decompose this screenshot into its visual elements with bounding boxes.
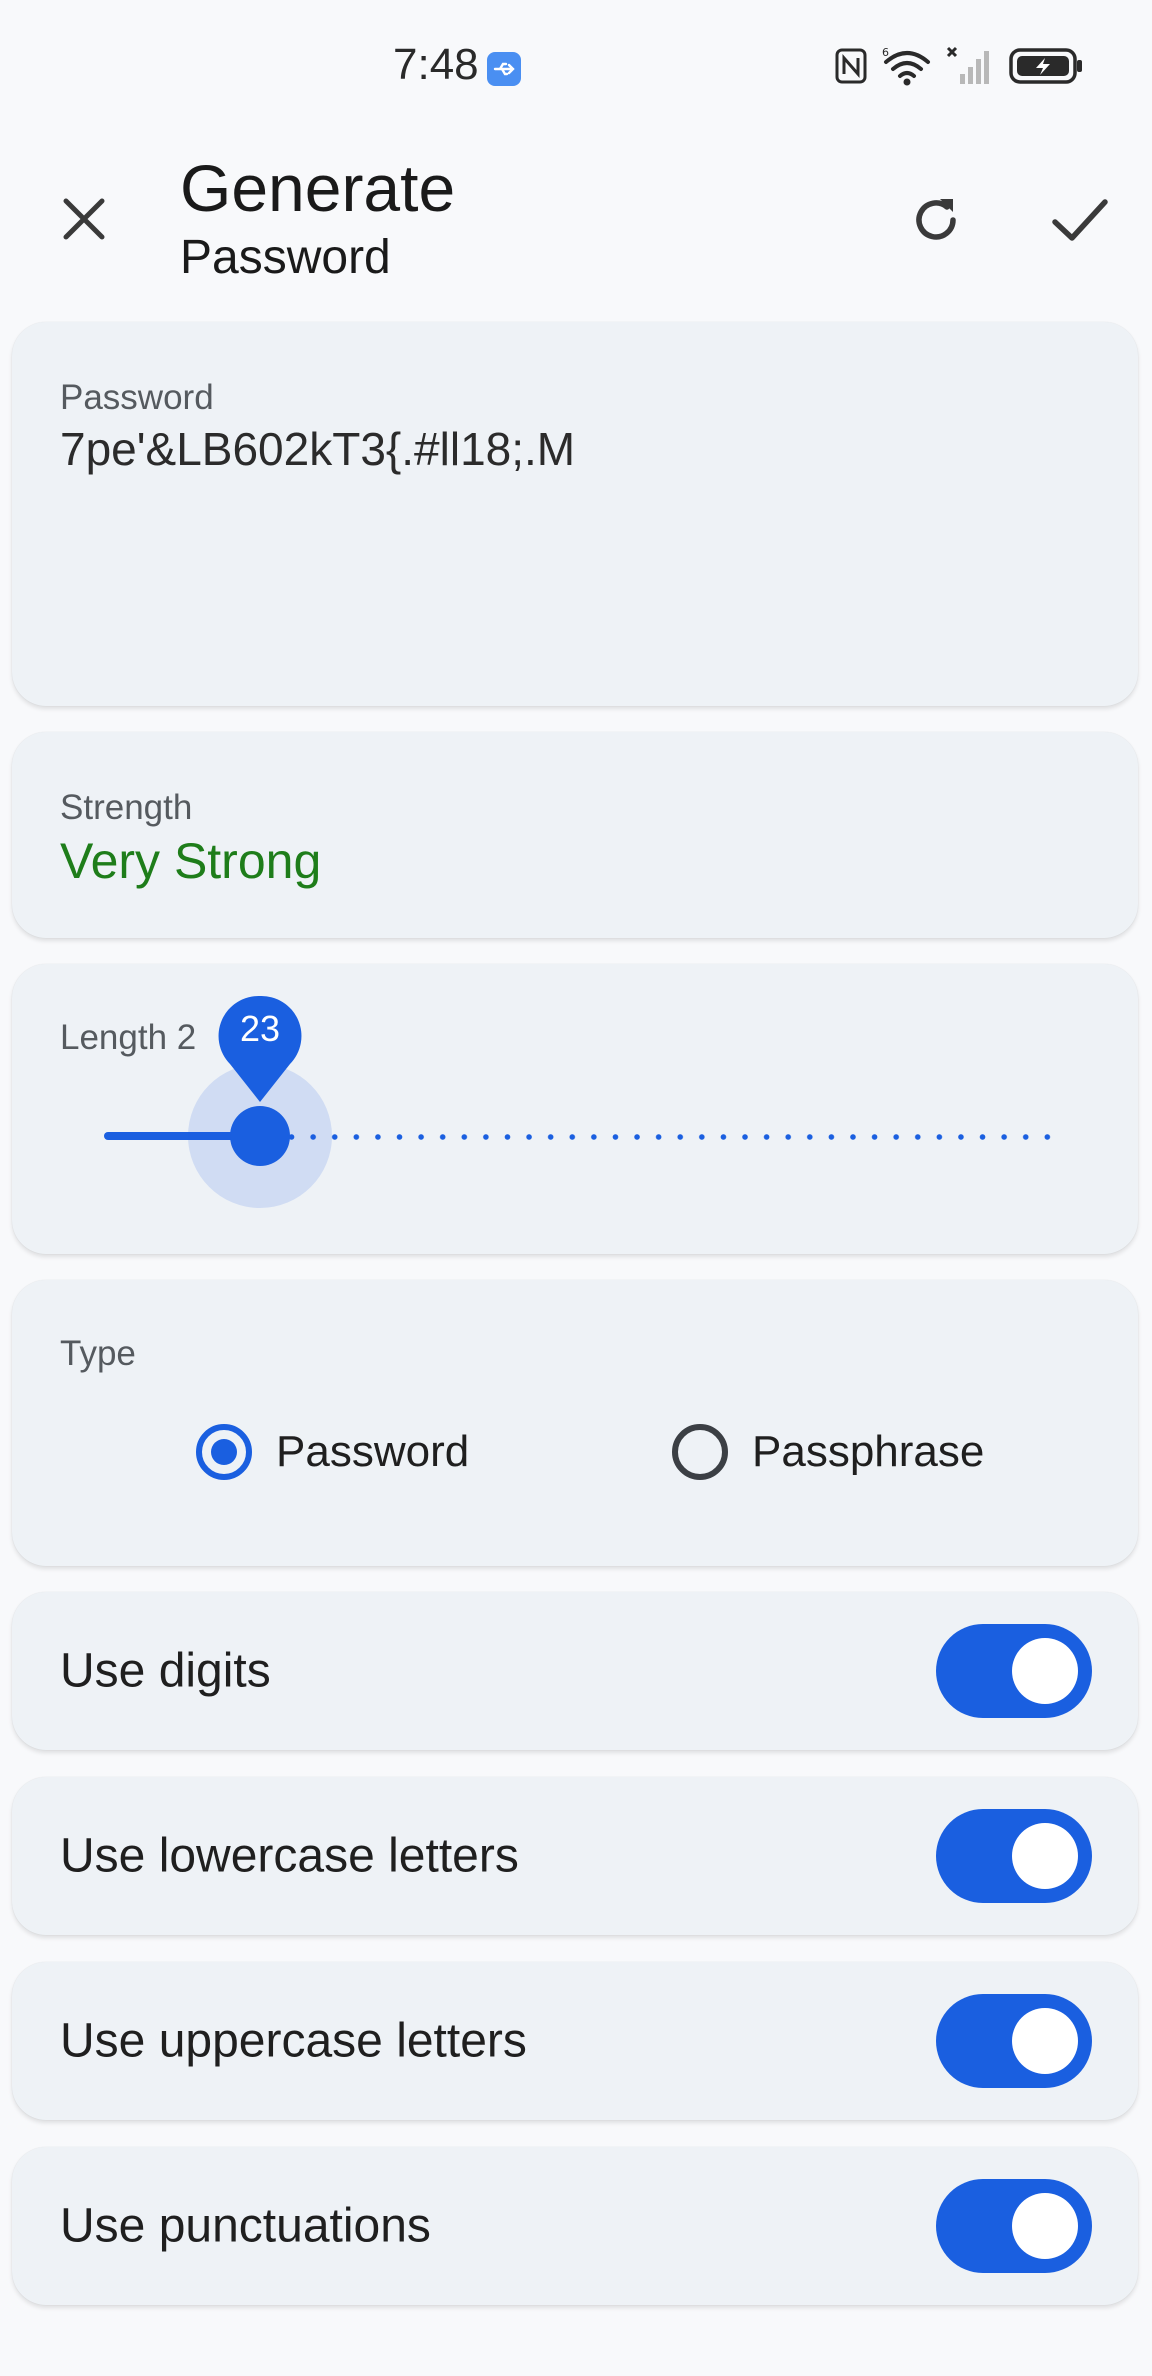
wifi-6-icon: 6 xyxy=(882,46,932,91)
app-bar: Generate Password xyxy=(0,130,1152,320)
usb-icon xyxy=(487,52,521,86)
page-title: Generate xyxy=(180,151,456,225)
password-card[interactable]: Password 7pe'&LB602kT3{.#ll18;.M xyxy=(12,322,1138,706)
refresh-icon xyxy=(916,199,956,240)
type-card: Type Password Passphrase xyxy=(12,1280,1138,1566)
length-card: Length 2 23 xyxy=(12,964,1138,1254)
option-use-punctuations[interactable]: Use punctuations xyxy=(12,2147,1138,2305)
strength-label: Strength xyxy=(60,788,193,827)
no-signal-icon xyxy=(946,46,994,91)
option-label: Use lowercase letters xyxy=(60,1829,519,1883)
strength-card: Strength Very Strong xyxy=(12,732,1138,938)
radio-option-passphrase[interactable]: Passphrase xyxy=(672,1420,984,1484)
status-icons: 6 xyxy=(834,46,1084,90)
radio-label-password: Password xyxy=(276,1427,470,1476)
password-value[interactable]: 7pe'&LB602kT3{.#ll18;.M xyxy=(60,422,575,476)
toggle-digits[interactable] xyxy=(936,1624,1092,1718)
strength-value: Very Strong xyxy=(60,833,322,889)
battery-charging-icon xyxy=(1008,46,1084,91)
length-label: Length 2 xyxy=(60,1018,197,1057)
toggle-punctuations[interactable] xyxy=(936,2179,1092,2273)
refresh-button[interactable] xyxy=(896,180,976,260)
option-use-uppercase[interactable]: Use uppercase letters xyxy=(12,1962,1138,2120)
check-icon xyxy=(1052,199,1108,241)
radio-option-password[interactable]: Password xyxy=(196,1420,469,1484)
option-use-digits[interactable]: Use digits xyxy=(12,1592,1138,1750)
password-label: Password xyxy=(60,378,214,417)
radio-unselected-icon[interactable] xyxy=(672,1424,728,1480)
length-value-text: 23 xyxy=(239,1008,281,1049)
nfc-icon xyxy=(834,47,868,90)
page-subtitle: Password xyxy=(180,231,391,284)
svg-text:6: 6 xyxy=(882,46,889,59)
toggle-uppercase[interactable] xyxy=(936,1994,1092,2088)
option-label: Use uppercase letters xyxy=(60,2014,527,2068)
confirm-button[interactable] xyxy=(1040,180,1120,260)
length-slider-thumb[interactable] xyxy=(230,1106,290,1166)
status-time: 7:48 xyxy=(393,40,479,89)
option-use-lowercase[interactable]: Use lowercase letters xyxy=(12,1777,1138,1935)
radio-label-passphrase: Passphrase xyxy=(752,1427,985,1476)
radio-selected-icon[interactable] xyxy=(196,1424,252,1480)
close-button[interactable] xyxy=(50,185,118,253)
type-label: Type xyxy=(60,1334,136,1373)
toggle-lowercase[interactable] xyxy=(936,1809,1092,1903)
option-label: Use digits xyxy=(60,1644,271,1698)
close-icon xyxy=(63,198,105,240)
status-bar: 7:48 6 xyxy=(0,0,1152,130)
option-label: Use punctuations xyxy=(60,2199,431,2253)
